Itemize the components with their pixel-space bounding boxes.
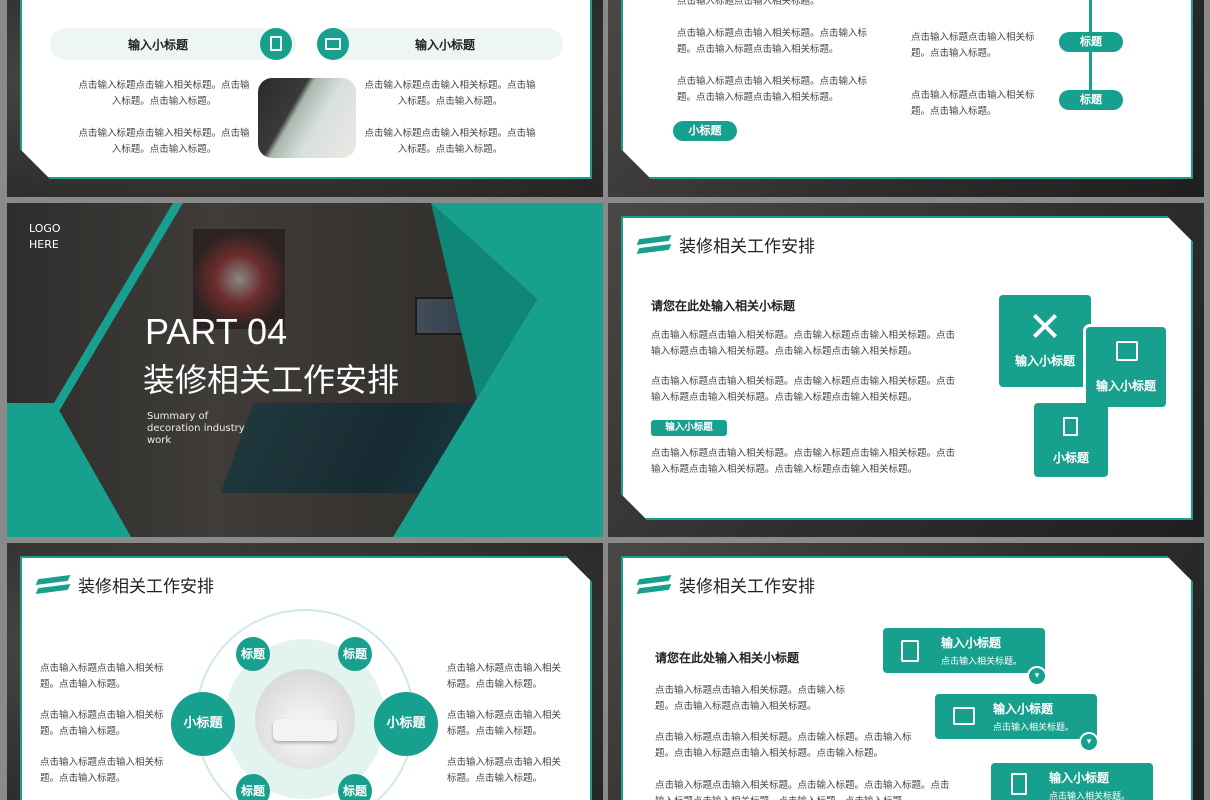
feature-box-3-label: 小标题 (1052, 451, 1089, 465)
slide-6[interactable]: 装修相关工作安排 请您在此处输入相关小标题 点击输入标题点击输入相关标题。点击输… (608, 543, 1204, 800)
top-text: 点击输入标题点击输入相关标题。 (677, 0, 820, 7)
small-circle-tr: 标题 (338, 637, 372, 671)
content-card: 装修相关工作安排 点击输入标题点击输入相关标题。点击输入标题。 点击输入标题点击… (20, 556, 592, 800)
paragraph-2: 点击输入标题点击输入相关标题。点击输入标题。点击输入标题。点击输入标题点击输入相… (655, 732, 912, 759)
slide-5[interactable]: 装修相关工作安排 点击输入标题点击输入相关标题。点击输入标题。 点击输入标题点击… (7, 543, 603, 800)
sub-pill: 输入小标题 (651, 420, 727, 436)
right-text-2: 点击输入标题点击输入相关标题。点击输入标题。 (447, 710, 562, 737)
step-2-title: 输入小标题 (993, 702, 1054, 716)
slash-logo-icon (639, 575, 669, 595)
step-1-sub: 点击输入相关标题。 (941, 657, 1023, 667)
text-2: 点击输入标题点击输入相关标题。点击输入标题。点击输入标题点击输入相关标题。 (677, 76, 868, 103)
checklist-icon (953, 707, 975, 725)
big-circle-left: 小标题 (171, 692, 235, 756)
right-pill-label: 输入小标题 (415, 38, 476, 52)
slide-header: 装修相关工作安排 (639, 572, 815, 597)
subtitle: 请您在此处输入相关小标题 (655, 651, 800, 665)
small-circle-tl: 标题 (236, 637, 270, 671)
paragraph-3: 点击输入标题点击输入相关标题。点击输入标题点击输入相关标题。点击输入标题点击输入… (651, 448, 956, 475)
paragraph-1: 点击输入标题点击输入相关标题。点击输入标题点击输入相关标题。点击输入标题点击输入… (651, 330, 956, 357)
sofa-photo (255, 669, 355, 769)
part-number: PART 04 (145, 311, 288, 352)
left-text-2: 点击输入标题点击输入相关标题。点击输入标题。点击输入标题。 (78, 128, 250, 155)
slide-2[interactable]: 点击输入标题点击输入相关标题。 点击输入标题点击输入相关标题。点击输入标题。点击… (608, 0, 1204, 197)
slash-logo-icon (639, 235, 669, 255)
text-1: 点击输入标题点击输入相关标题。点击输入标题。点击输入标题点击输入相关标题。 (677, 28, 868, 55)
left-text-3: 点击输入标题点击输入相关标题。点击输入标题。 (40, 757, 164, 784)
content-card: 装修相关工作安排 请您在此处输入相关小标题 点击输入标题点击输入相关标题。点击输… (621, 556, 1193, 800)
feature-box-1-label: 输入小标题 (1014, 354, 1075, 368)
step-3-sub: 点击输入相关标题。 (1049, 792, 1131, 800)
slide-1[interactable]: 输入小标题 输入小标题 点击输入标题点击输入相关标题。点击输入标题。点击输入标题… (7, 0, 603, 197)
summary-text: Summary of decoration industry work (147, 411, 245, 446)
step-1-chevron-down-icon[interactable]: ▾ (1027, 666, 1047, 686)
left-text-1: 点击输入标题点击输入相关标题。点击输入标题。 (40, 663, 164, 690)
slide-4[interactable]: 装修相关工作安排 请您在此处输入相关小标题 点击输入标题点击输入相关标题。点击输… (608, 203, 1204, 537)
section-title: 装修相关工作安排 (143, 361, 400, 399)
tools-icon (1029, 311, 1061, 341)
left-pill: 输入小标题 (50, 28, 296, 60)
right-text-1: 点击输入标题点击输入相关标题。点击输入标题。点击输入标题。 (364, 80, 536, 107)
document-icon (260, 28, 292, 60)
slide-title: 装修相关工作安排 (78, 577, 214, 597)
right-pill: 输入小标题 (317, 28, 563, 60)
step-3: 输入小标题 点击输入相关标题。 (991, 763, 1153, 800)
small-circle-bl: 标题 (236, 774, 270, 800)
left-text-2: 点击输入标题点击输入相关标题。点击输入标题。 (40, 710, 164, 737)
slide-header: 装修相关工作安排 (38, 572, 214, 597)
content-card: 点击输入标题点击输入相关标题。 点击输入标题点击输入相关标题。点击输入标题。点击… (621, 0, 1193, 179)
slide-header: 装修相关工作安排 (639, 232, 815, 257)
right-text-2: 点击输入标题点击输入相关标题。点击输入标题。点击输入标题。 (364, 128, 536, 155)
content-card: 装修相关工作安排 请您在此处输入相关小标题 点击输入标题点击输入相关标题。点击输… (621, 216, 1193, 520)
right-text-3: 点击输入标题点击输入相关标题。点击输入标题。 (447, 757, 562, 784)
timeline-label-2: 标题 (1059, 90, 1123, 110)
right-text-1: 点击输入标题点击输入相关标题。点击输入标题。 (911, 32, 1035, 59)
left-text-1: 点击输入标题点击输入相关标题。点击输入标题。点击输入标题。 (78, 80, 250, 107)
slide-title: 装修相关工作安排 (679, 577, 815, 597)
step-3-title: 输入小标题 (1049, 771, 1110, 785)
feature-box-3: 小标题 (1034, 403, 1108, 477)
paragraph-2: 点击输入标题点击输入相关标题。点击输入标题点击输入相关标题。点击输入标题点击输入… (651, 376, 956, 403)
slide-3[interactable]: LOGO HERE PART 04 装修相关工作安排 Summary of de… (7, 203, 603, 537)
small-circle-br: 标题 (338, 774, 372, 800)
feature-box-2-label: 输入小标题 (1095, 379, 1156, 393)
left-pill-label: 输入小标题 (128, 38, 189, 52)
document-icon (1063, 417, 1078, 436)
step-2: 输入小标题 点击输入相关标题。 ▾ (935, 694, 1097, 739)
paragraph-1: 点击输入标题点击输入相关标题。点击输入标题。点击输入标题点击输入相关标题。 (655, 685, 846, 712)
step-2-chevron-down-icon[interactable]: ▾ (1079, 732, 1099, 752)
list-icon (901, 640, 919, 662)
paragraph-3: 点击输入标题点击输入相关标题。点击输入标题。点击输入标题。点击输入标题点击输入相… (655, 780, 950, 791)
room-photo (258, 78, 356, 158)
book-icon (1116, 341, 1138, 361)
step-1-title: 输入小标题 (941, 636, 1002, 650)
subtitle: 请您在此处输入相关小标题 (651, 299, 796, 313)
logo-text: LOGO HERE (29, 222, 61, 251)
slide-title: 装修相关工作安排 (679, 237, 815, 257)
right-text-2: 点击输入标题点击输入相关标题。点击输入标题。 (911, 90, 1035, 117)
step-1: 输入小标题 点击输入相关标题。 ▾ (883, 628, 1045, 673)
content-card: 输入小标题 输入小标题 点击输入标题点击输入相关标题。点击输入标题。点击输入标题… (20, 0, 592, 179)
right-text-1: 点击输入标题点击输入相关标题。点击输入标题。 (447, 663, 562, 690)
sub-pill: 小标题 (673, 121, 737, 141)
timeline-label-1: 标题 (1059, 32, 1123, 52)
big-circle-right: 小标题 (374, 692, 438, 756)
slash-logo-icon (38, 575, 68, 595)
list-icon (317, 28, 349, 60)
feature-box-1: 输入小标题 (999, 295, 1091, 387)
step-2-sub: 点击输入相关标题。 (993, 723, 1075, 733)
document-icon (1011, 773, 1027, 795)
feature-box-2: 输入小标题 (1086, 327, 1166, 407)
